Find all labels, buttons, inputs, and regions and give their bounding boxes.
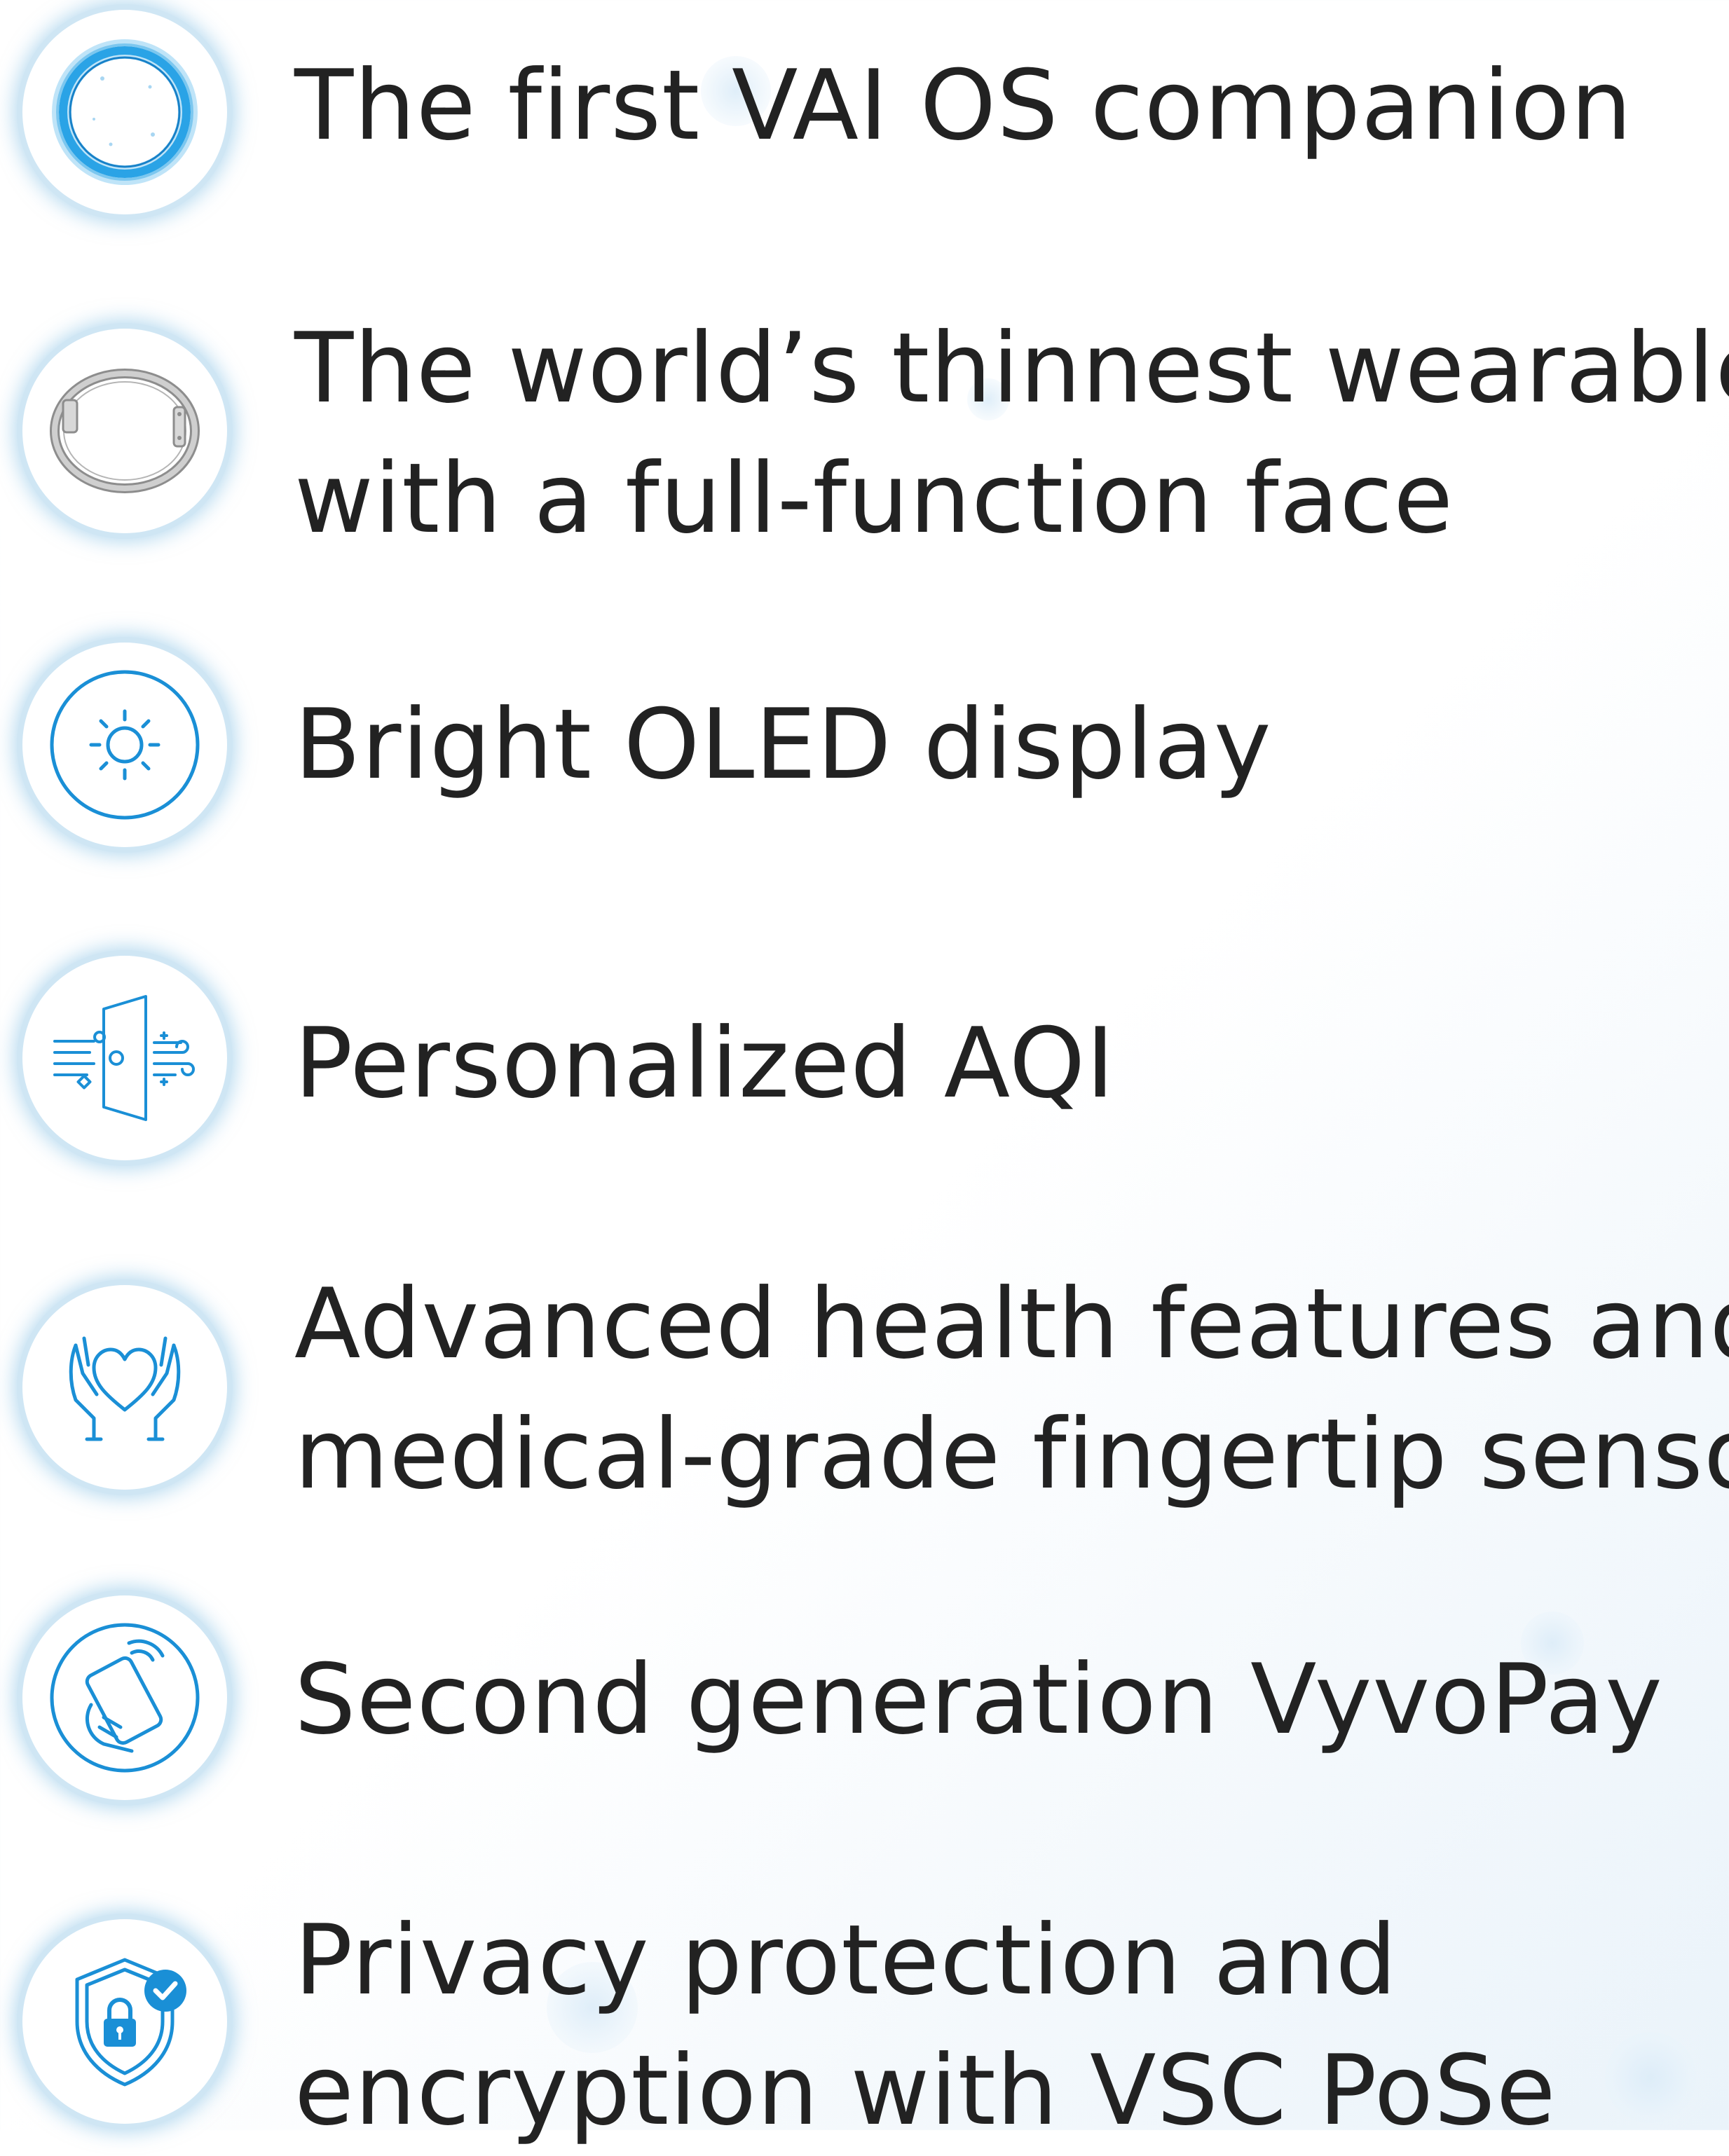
feature-text-line: Advanced health features and bbox=[294, 1268, 1729, 1380]
feature-icon-badge bbox=[27, 960, 223, 1156]
feature-icon-badge bbox=[27, 1289, 223, 1485]
feature-text-line: with a full-function face bbox=[294, 442, 1454, 555]
feature-icon-badge bbox=[27, 647, 223, 843]
feature-text-line: Second generation VyvoPay bbox=[294, 1643, 1663, 1756]
feature-text-line: The first VAI OS companion bbox=[294, 49, 1633, 162]
feature-text-line: Privacy protection and bbox=[294, 1904, 1397, 2017]
feature-icon-badge bbox=[27, 333, 223, 529]
background-bubble bbox=[1605, 2032, 1696, 2123]
contactless-card-payment-icon bbox=[50, 1623, 200, 1773]
shield-lock-check-icon bbox=[75, 1958, 186, 2087]
watch-band-icon bbox=[50, 369, 200, 493]
feature-text-line: medical-grade fingertip sensor bbox=[294, 1398, 1729, 1511]
sun-brightness-icon bbox=[50, 670, 200, 820]
air-quality-door-icon bbox=[53, 995, 195, 1121]
feature-text-line: The world’s thinnest wearable bbox=[294, 312, 1729, 425]
feature-text-line: Bright OLED display bbox=[294, 688, 1272, 801]
heart-in-hands-icon bbox=[69, 1336, 181, 1441]
glowing-ring-icon bbox=[52, 39, 198, 185]
feature-text-line: Personalized AQI bbox=[294, 1007, 1116, 1120]
feature-icon-badge bbox=[27, 14, 223, 210]
feature-text-line: encryption with VSC PoSe bbox=[294, 2034, 1557, 2147]
feature-icon-badge bbox=[27, 1923, 223, 2120]
feature-icon-badge bbox=[27, 1600, 223, 1796]
